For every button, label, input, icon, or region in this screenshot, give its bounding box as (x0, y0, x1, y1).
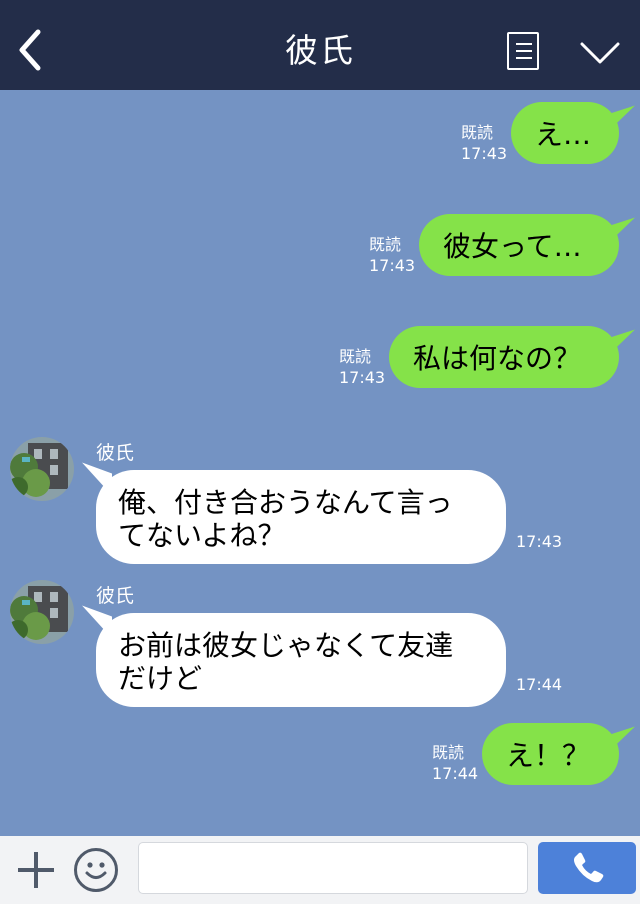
message-text: 彼女って… (443, 230, 582, 263)
message-text-line: お前は彼女じゃなくて友達 (118, 629, 454, 662)
message-text: え！？ (506, 739, 591, 772)
message-input-bar (0, 836, 640, 904)
message-time: 17:44 (516, 675, 563, 694)
message-meta: 既読 17:43 (461, 122, 507, 164)
phone-icon (574, 852, 604, 883)
message-text: 私は何なの？ (413, 342, 582, 375)
sent-message-bubble[interactable]: 私は何なの？ (389, 326, 619, 388)
message-text: え… (535, 118, 592, 151)
message-time: 17:43 (339, 368, 386, 387)
message-meta: 既読 17:43 (339, 346, 385, 388)
message-input[interactable] (138, 842, 528, 894)
read-receipt: 既読 (369, 235, 402, 254)
message-time: 17:43 (516, 532, 563, 551)
sender-name: 彼氏 (96, 585, 135, 607)
sent-message-bubble[interactable]: 彼女って… (419, 214, 619, 276)
smiley-icon[interactable] (74, 848, 118, 892)
received-message-bubble[interactable]: お前は彼女じゃなくて友達 だけど (96, 613, 506, 707)
message-text-line: 俺、付き合おうなんて言っ (118, 486, 453, 519)
message-time: 17:44 (432, 764, 479, 783)
read-receipt: 既読 (461, 123, 494, 142)
received-message-bubble[interactable]: 俺、付き合おうなんて言っ てないよね？ (96, 470, 506, 564)
chat-title: 彼氏 (285, 31, 355, 70)
sender-name: 彼氏 (96, 442, 135, 464)
message-meta: 既読 17:43 (369, 234, 415, 276)
message-time: 17:43 (369, 256, 416, 275)
message-text-line: てないよね？ (118, 519, 286, 552)
read-receipt: 既読 (339, 347, 372, 366)
sent-message-bubble[interactable]: え！？ (482, 723, 619, 785)
message-list[interactable]: 既読 17:43 え… 既読 17:43 彼女って… 既読 17:43 私は何な… (0, 90, 640, 836)
message-time: 17:43 (461, 144, 508, 163)
plus-icon[interactable] (16, 850, 56, 890)
contact-avatar[interactable] (10, 580, 74, 644)
chat-header: 彼氏 (0, 0, 640, 90)
message-meta: 既読 17:44 (432, 742, 478, 784)
document-list-icon[interactable] (507, 32, 539, 70)
read-receipt: 既読 (432, 743, 465, 762)
sent-message-bubble[interactable]: え… (511, 102, 619, 164)
message-text-line: だけど (118, 662, 203, 695)
contact-avatar[interactable] (10, 437, 74, 501)
call-button[interactable] (538, 842, 636, 894)
chevron-down-icon[interactable] (580, 40, 620, 66)
